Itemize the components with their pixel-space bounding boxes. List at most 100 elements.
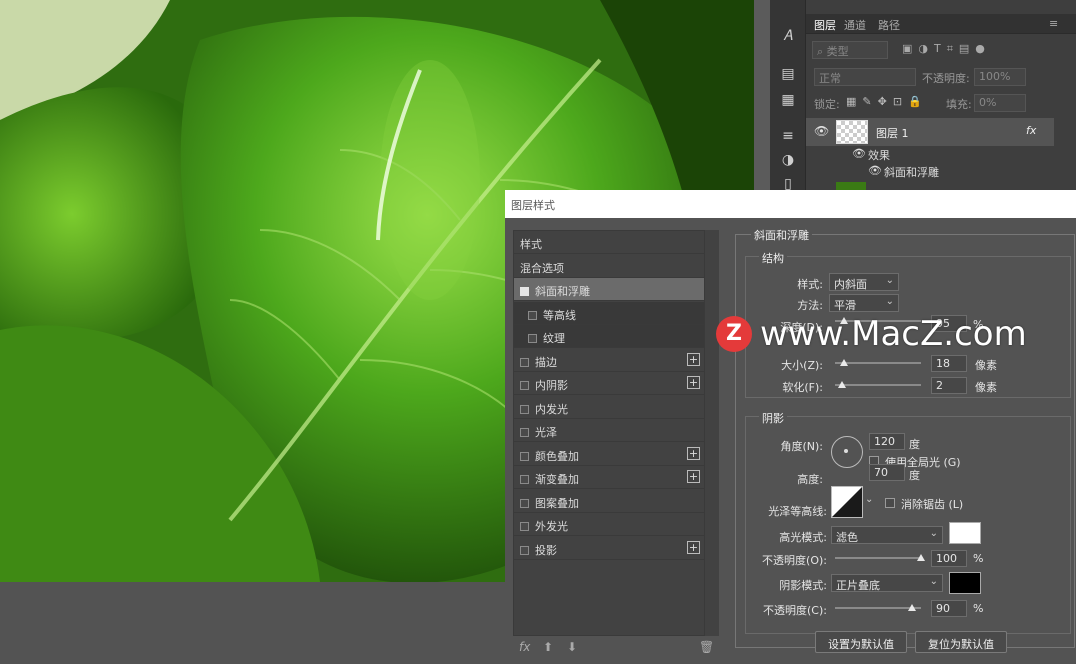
- contour-chevron-down-icon[interactable]: ⌄: [865, 494, 873, 505]
- soften-slider[interactable]: [835, 381, 921, 388]
- style-item-checkbox[interactable]: [520, 357, 529, 367]
- style-item[interactable]: 颜色叠加 +: [514, 443, 704, 466]
- style-item[interactable]: 外发光: [514, 513, 704, 536]
- effects-eye-icon[interactable]: 👁: [852, 147, 866, 160]
- antialias-checkbox[interactable]: [885, 498, 895, 508]
- shadow-color-swatch[interactable]: [949, 572, 981, 594]
- highlight-opacity-thumb[interactable]: [917, 554, 925, 561]
- notes-icon[interactable]: ▦: [778, 90, 798, 110]
- add-instance-plus-icon[interactable]: +: [687, 540, 700, 554]
- panel-menu-icon[interactable]: ≡: [1049, 17, 1058, 30]
- shadow-opacity-slider[interactable]: [835, 604, 921, 611]
- set-default-button[interactable]: 设置为默认值: [815, 631, 907, 653]
- adjustments-icon[interactable]: ≡: [778, 126, 798, 146]
- filter-icons[interactable]: ▣◑T⌗▤●: [902, 42, 1042, 60]
- size-slider-thumb[interactable]: [839, 359, 848, 366]
- angle-dial-center: [844, 449, 848, 453]
- fx-badge-icon[interactable]: fx: [1026, 124, 1036, 137]
- effect-item-bevel[interactable]: 斜面和浮雕: [884, 164, 939, 180]
- highlight-color-swatch[interactable]: [949, 522, 981, 544]
- style-item-checkbox[interactable]: [520, 381, 529, 390]
- chevron-down-icon: ⌄: [929, 576, 938, 587]
- filter-kind-select[interactable]: ⌕ 类型: [812, 41, 888, 59]
- size-unit: 像素: [975, 359, 997, 372]
- shadow-mode-value: 正片叠底: [836, 579, 880, 592]
- add-instance-plus-icon[interactable]: +: [687, 352, 700, 366]
- opacity-input[interactable]: 100%: [974, 68, 1026, 86]
- move-up-icon[interactable]: ⬆: [543, 640, 553, 654]
- fill-input[interactable]: 0%: [974, 94, 1026, 112]
- soften-input[interactable]: 2: [931, 377, 967, 394]
- shadow-opacity-thumb[interactable]: [908, 604, 917, 611]
- tab-layers[interactable]: 图层: [814, 17, 836, 33]
- style-item-checkbox[interactable]: [528, 310, 537, 320]
- highlight-mode-select[interactable]: 滤色 ⌄: [831, 526, 943, 544]
- layer-name[interactable]: 图层 1: [876, 125, 909, 141]
- style-item[interactable]: 内阴影 +: [514, 372, 704, 395]
- delete-effect-icon[interactable]: 🗑: [699, 640, 714, 654]
- style-item[interactable]: 投影 +: [514, 537, 704, 560]
- tab-channels[interactable]: 通道: [844, 17, 866, 33]
- style-item-label: 混合选项: [520, 261, 564, 275]
- style-item[interactable]: 混合选项: [514, 255, 704, 278]
- style-item-checkbox[interactable]: [520, 451, 529, 461]
- altitude-input[interactable]: 70: [869, 464, 905, 481]
- style-item[interactable]: 斜面和浮雕: [514, 278, 704, 301]
- style-item[interactable]: 样式: [514, 231, 704, 254]
- style-item[interactable]: 渐变叠加 +: [514, 466, 704, 489]
- shadow-opacity-input[interactable]: 90: [931, 600, 967, 617]
- style-item[interactable]: 等高线: [514, 301, 704, 325]
- style-item[interactable]: 内发光: [514, 396, 704, 419]
- add-instance-plus-icon[interactable]: +: [687, 446, 700, 460]
- style-item-checkbox[interactable]: [520, 545, 529, 555]
- effect-eye-icon[interactable]: 👁: [868, 164, 882, 177]
- visibility-eye-icon[interactable]: 👁: [814, 124, 829, 138]
- add-instance-plus-icon[interactable]: +: [687, 470, 700, 483]
- style-item-checkbox[interactable]: [520, 475, 529, 484]
- character-icon[interactable]: 𝐴: [778, 26, 798, 46]
- style-item-checkbox[interactable]: [520, 287, 529, 296]
- angle-value: 120: [874, 435, 895, 448]
- angle-dial[interactable]: [831, 436, 863, 468]
- background-layer-thumbnail: [836, 182, 866, 190]
- layer-row[interactable]: 👁 图层 1 fx: [806, 118, 1054, 146]
- method-label: 方法:: [797, 299, 823, 312]
- bevel-style-select[interactable]: 内斜面 ⌄: [829, 273, 899, 291]
- soften-slider-thumb[interactable]: [837, 381, 846, 388]
- layers-panel: 图层 通道 路径 ≡ ⌕ 类型 ▣◑T⌗▤● 正常 不透明度: 100% 锁定:…: [806, 0, 1076, 190]
- style-item-checkbox[interactable]: [528, 334, 537, 343]
- highlight-opacity-input[interactable]: 100: [931, 550, 967, 567]
- style-item[interactable]: 光泽: [514, 419, 704, 442]
- style-item[interactable]: 图案叠加: [514, 490, 704, 513]
- method-select[interactable]: 平滑 ⌄: [829, 294, 899, 312]
- style-list-scrollbar[interactable]: [705, 230, 719, 636]
- move-down-icon[interactable]: ⬇: [567, 640, 577, 654]
- blend-mode-select[interactable]: 正常: [814, 68, 916, 86]
- style-item-checkbox[interactable]: [520, 428, 529, 437]
- style-item-checkbox[interactable]: [520, 498, 529, 508]
- gloss-contour-preview[interactable]: [831, 486, 863, 518]
- style-item-checkbox[interactable]: [520, 404, 529, 414]
- dialog-titlebar[interactable]: 图层样式: [505, 190, 1076, 218]
- style-item-checkbox[interactable]: [520, 522, 529, 531]
- tab-paths[interactable]: 路径: [878, 17, 900, 33]
- angle-input[interactable]: 120: [869, 433, 905, 450]
- layer-style-dialog: 样式混合选项斜面和浮雕 等高线 纹理 描边 + 内阴影 + 内发光 光泽 颜色叠加 + 渐变叠加 + 图案…: [505, 218, 1076, 664]
- watermark-logo: Z: [716, 316, 752, 352]
- add-instance-plus-icon[interactable]: +: [687, 376, 700, 389]
- add-effect-fx-icon[interactable]: fx: [519, 640, 530, 654]
- style-item[interactable]: 纹理: [514, 325, 704, 348]
- watermark-text: www.MacZ.com: [760, 314, 1027, 354]
- contrast-icon[interactable]: ◑: [778, 150, 798, 170]
- size-input[interactable]: 18: [931, 355, 967, 372]
- layer-comps-icon[interactable]: ▤: [778, 64, 798, 84]
- shadow-mode-select[interactable]: 正片叠底 ⌄: [831, 574, 943, 592]
- highlight-opacity-unit: %: [973, 552, 984, 565]
- highlight-opacity-slider[interactable]: [835, 554, 925, 561]
- style-item[interactable]: 描边 +: [514, 349, 704, 372]
- size-slider[interactable]: [835, 359, 921, 366]
- bevel-settings: 斜面和浮雕 结构 样式: 内斜面 ⌄ 方法: 平滑 ⌄ 深度(D): 95 % 大小…: [735, 226, 1075, 653]
- lock-icons[interactable]: ▦✎✥⊡🔒: [846, 95, 928, 113]
- reset-default-button[interactable]: 复位为默认值: [915, 631, 1007, 653]
- highlight-opacity-label: 不透明度(O):: [762, 554, 827, 567]
